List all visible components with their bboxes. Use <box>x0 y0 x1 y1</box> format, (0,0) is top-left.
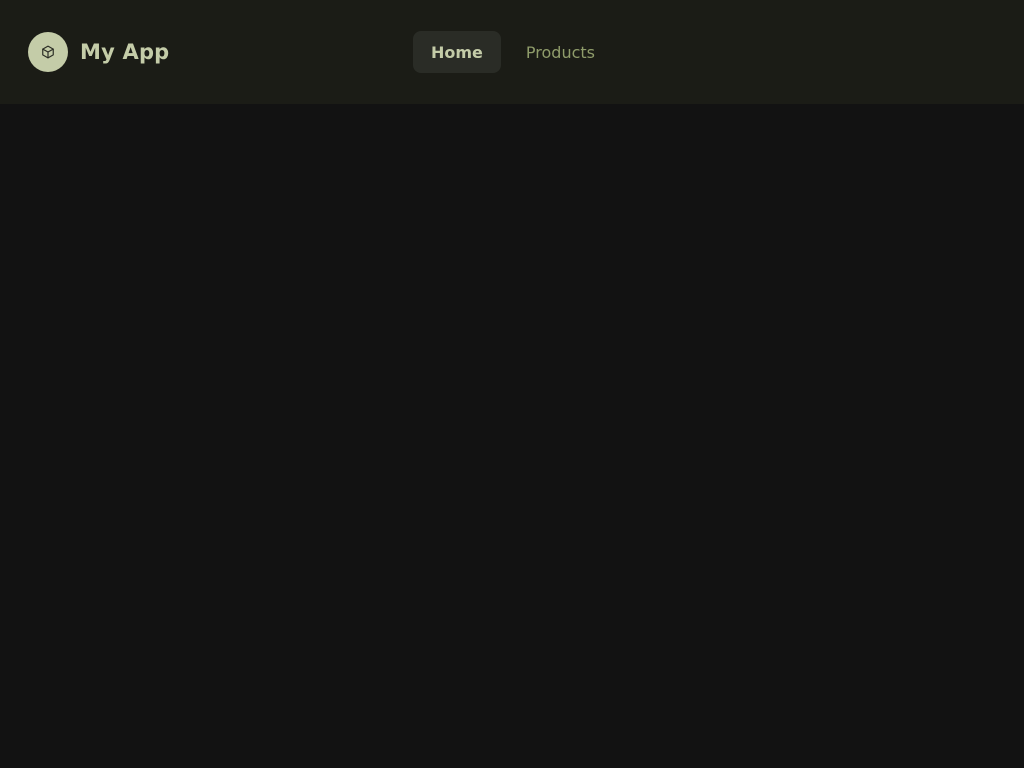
brand[interactable]: My App <box>28 32 169 72</box>
nav-products[interactable]: Products <box>508 31 613 73</box>
top-app-bar: My App Home Products <box>0 0 1024 104</box>
app-title: My App <box>80 40 170 64</box>
nav-home[interactable]: Home <box>413 31 501 73</box>
main-content <box>0 104 1024 768</box>
cube-icon <box>28 32 68 72</box>
main-nav: Home Products <box>413 31 613 73</box>
